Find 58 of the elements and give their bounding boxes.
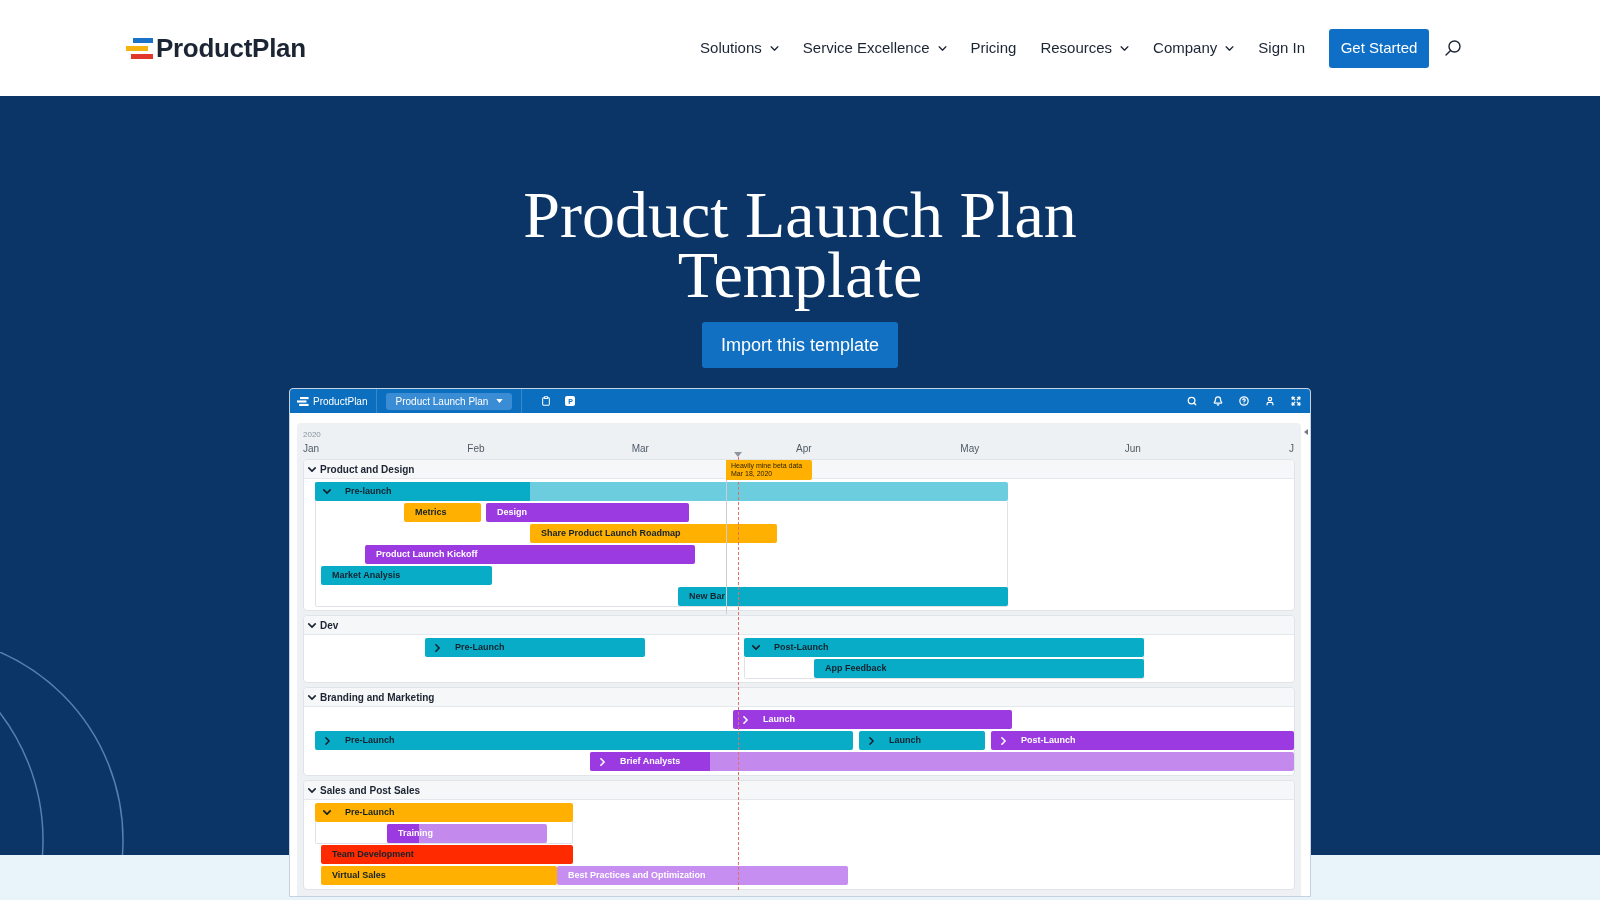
clipboard-icon[interactable] xyxy=(541,396,552,406)
roadmap-bar[interactable]: Brief Analysts xyxy=(590,752,1294,771)
logo-icon xyxy=(297,396,309,406)
roadmap-bar[interactable]: Post-Launch xyxy=(991,731,1294,750)
page-title: Product Launch Plan Template xyxy=(522,177,1078,313)
caret-left-icon xyxy=(1303,429,1308,435)
caret-down-icon xyxy=(496,399,504,403)
roadmap-bar[interactable]: Pre-Launch xyxy=(425,638,645,657)
nav-menu[interactable]: Service Excellence xyxy=(802,36,947,60)
roadmap-bar[interactable]: Design xyxy=(486,503,689,522)
bell-icon[interactable] xyxy=(1213,396,1223,406)
roadmap-bar[interactable]: New Bar xyxy=(678,587,1008,606)
month-label: May xyxy=(960,442,980,456)
today-marker-icon xyxy=(734,452,742,457)
chevron-down-icon xyxy=(1225,45,1235,51)
month-label: Apr xyxy=(796,442,812,456)
roadmap-bar[interactable]: App Feedback xyxy=(814,659,1144,678)
chevron-down-icon xyxy=(769,45,779,51)
roadmap-bar[interactable]: Pre-launch xyxy=(315,482,1008,501)
month-label: Jun xyxy=(1124,442,1141,456)
nav-menu[interactable]: Solutions xyxy=(700,36,779,60)
nav-menu[interactable]: Resources xyxy=(1040,36,1130,60)
logo-link[interactable]: ProductPlan xyxy=(126,28,306,68)
month-label: Feb xyxy=(467,442,485,456)
nav-menu[interactable]: Company xyxy=(1153,36,1235,60)
help-icon[interactable] xyxy=(1239,396,1249,406)
roadmap-bar[interactable]: Metrics xyxy=(404,503,481,522)
roadmap-bar[interactable]: Share Product Launch Roadmap xyxy=(530,524,777,543)
search-icon[interactable] xyxy=(1445,40,1461,56)
group-toggle[interactable]: Dev xyxy=(308,617,339,633)
get-started-button[interactable]: Get Started xyxy=(1329,28,1429,68)
roadmap-bar[interactable]: Pre-Launch xyxy=(315,731,853,750)
roadmap-bar[interactable]: Launch xyxy=(859,731,985,750)
roadmap-bar[interactable]: Product Launch Kickoff xyxy=(365,545,695,564)
import-template-button[interactable]: Import this template xyxy=(702,322,898,368)
month-label: Mar xyxy=(631,442,649,456)
year-label: 2020 xyxy=(303,429,321,441)
group-toggle[interactable]: Sales and Post Sales xyxy=(308,782,421,798)
plan-selector[interactable]: Product Launch Plan xyxy=(386,392,513,410)
chevron-down-icon xyxy=(1120,45,1130,51)
month-label: J xyxy=(1288,442,1294,456)
group-toggle[interactable]: Branding and Marketing xyxy=(308,689,435,705)
chevron-down-icon xyxy=(937,45,947,51)
group-toggle[interactable]: Product and Design xyxy=(308,461,415,477)
month-label: Jan xyxy=(303,442,320,456)
roadmap-bar[interactable]: Training xyxy=(387,824,547,843)
roadmap-bar[interactable]: Virtual Sales xyxy=(321,866,557,885)
roadmap-bar[interactable]: Market Analysis xyxy=(321,566,492,585)
roadmap-bar[interactable]: Post-Launch xyxy=(744,638,1144,657)
roadmap-bar[interactable]: Team Development xyxy=(321,845,573,864)
expand-icon[interactable] xyxy=(1291,396,1301,406)
nav-link[interactable]: Sign In xyxy=(1258,36,1305,60)
nav-link[interactable]: Pricing xyxy=(970,36,1017,60)
logo-icon xyxy=(126,37,154,59)
roadmap-bar[interactable]: Launch xyxy=(733,710,1012,729)
app-logo[interactable]: ProductPlan xyxy=(297,393,368,409)
user-icon[interactable] xyxy=(1265,396,1275,406)
roadmap-bar[interactable]: Pre-Launch xyxy=(315,803,573,822)
